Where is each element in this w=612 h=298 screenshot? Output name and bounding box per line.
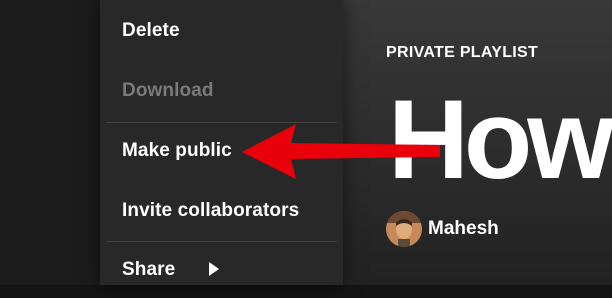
annotation-arrow-icon	[242, 124, 440, 179]
